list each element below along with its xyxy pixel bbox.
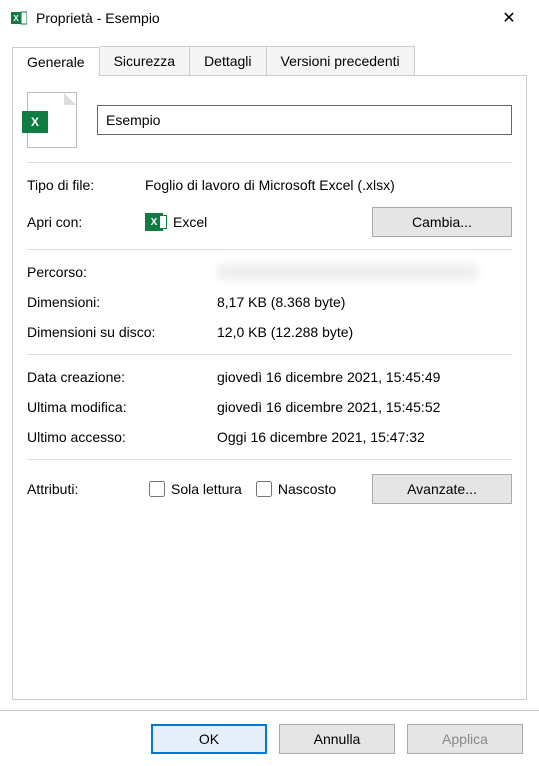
filetype-label: Tipo di file: [27, 177, 135, 193]
general-panel: X Tipo di file: Foglio di lavoro di Micr… [12, 76, 527, 700]
attributes-label: Attributi: [27, 481, 135, 497]
excel-app-icon: X [145, 213, 163, 231]
readonly-label: Sola lettura [171, 481, 242, 497]
apply-button[interactable]: Applica [407, 724, 523, 754]
svg-text:X: X [13, 14, 19, 23]
hidden-label: Nascosto [278, 481, 336, 497]
path-value [217, 264, 512, 280]
divider [27, 354, 512, 355]
file-type-icon: X [27, 92, 77, 148]
readonly-checkbox-wrap[interactable]: Sola lettura [149, 481, 242, 497]
titlebar: X Proprietà - Esempio ✕ [0, 0, 539, 36]
openwith-label: Apri con: [27, 214, 135, 230]
created-label: Data creazione: [27, 369, 207, 385]
tab-versions[interactable]: Versioni precedenti [267, 46, 415, 75]
tab-general[interactable]: Generale [12, 47, 100, 76]
close-icon[interactable]: ✕ [489, 8, 529, 28]
excel-badge-icon: X [22, 111, 48, 133]
openwith-app: Excel [173, 214, 207, 230]
excel-file-icon: X [10, 9, 28, 27]
tab-details[interactable]: Dettagli [190, 46, 266, 75]
created-value: giovedì 16 dicembre 2021, 15:45:49 [217, 369, 512, 385]
size-label: Dimensioni: [27, 294, 207, 310]
modified-label: Ultima modifica: [27, 399, 207, 415]
modified-value: giovedì 16 dicembre 2021, 15:45:52 [217, 399, 512, 415]
filetype-value: Foglio di lavoro di Microsoft Excel (.xl… [145, 177, 512, 193]
accessed-label: Ultimo accesso: [27, 429, 207, 445]
divider [27, 162, 512, 163]
dialog-footer: OK Annulla Applica [0, 710, 539, 766]
divider [27, 459, 512, 460]
sizeondisk-label: Dimensioni su disco: [27, 324, 207, 340]
hidden-checkbox[interactable] [256, 481, 272, 497]
readonly-checkbox[interactable] [149, 481, 165, 497]
accessed-value: Oggi 16 dicembre 2021, 15:47:32 [217, 429, 512, 445]
path-label: Percorso: [27, 264, 207, 280]
filename-input[interactable] [97, 105, 512, 135]
sizeondisk-value: 12,0 KB (12.288 byte) [217, 324, 512, 340]
change-button[interactable]: Cambia... [372, 207, 512, 237]
tab-security[interactable]: Sicurezza [100, 46, 190, 75]
cancel-button[interactable]: Annulla [279, 724, 395, 754]
hidden-checkbox-wrap[interactable]: Nascosto [256, 481, 336, 497]
window-title: Proprietà - Esempio [36, 10, 489, 26]
divider [27, 249, 512, 250]
ok-button[interactable]: OK [151, 724, 267, 754]
advanced-button[interactable]: Avanzate... [372, 474, 512, 504]
tab-strip: Generale Sicurezza Dettagli Versioni pre… [12, 46, 527, 76]
size-value: 8,17 KB (8.368 byte) [217, 294, 512, 310]
